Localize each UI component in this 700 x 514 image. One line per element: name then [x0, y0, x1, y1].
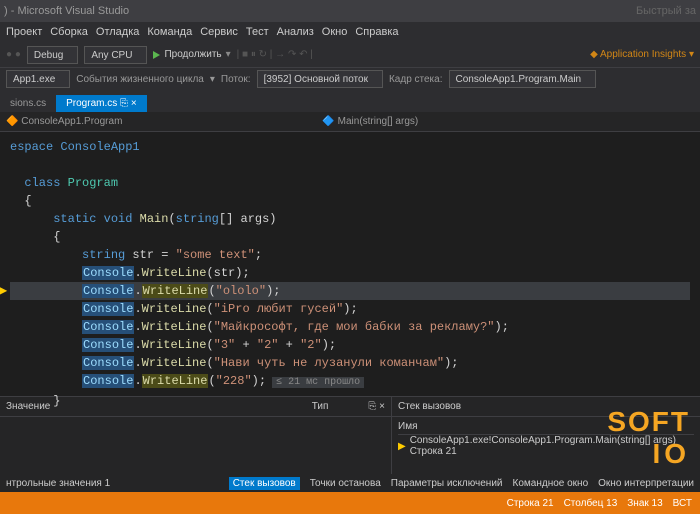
close-icon[interactable]: ×	[131, 98, 137, 109]
pin-icon[interactable]: ⎘	[120, 98, 128, 109]
context-scope[interactable]: 🔶 ConsoleApp1.Program	[6, 116, 122, 127]
context-bar: 🔶 ConsoleApp1.Program 🔷 Main(string[] ar…	[0, 112, 700, 132]
menu-help[interactable]: Справка	[355, 26, 398, 38]
status-char: Знак 13	[627, 498, 662, 509]
stack-label: Кадр стека:	[389, 74, 443, 85]
menu-team[interactable]: Команда	[147, 26, 192, 38]
play-icon	[153, 51, 160, 59]
process-dropdown[interactable]: App1.exe	[6, 70, 70, 88]
thread-label: Поток:	[221, 74, 251, 85]
footer-tab-exceptions[interactable]: Параметры исключений	[391, 478, 503, 489]
stackframe-dropdown[interactable]: ConsoleApp1.Program.Main	[449, 70, 597, 88]
app-insights[interactable]: ◆ Application Insights ▾	[590, 49, 694, 60]
debug-toolbar: App1.exe События жизненного цикла ▾ Пото…	[0, 68, 700, 90]
menu-build[interactable]: Сборка	[50, 26, 88, 38]
status-ins: ВСТ	[673, 498, 692, 509]
status-line: Строка 21	[507, 498, 554, 509]
menu-bar: Проект Сборка Отладка Команда Сервис Тес…	[0, 22, 700, 42]
document-tabs: sions.cs Program.cs ⎘ ×	[0, 90, 700, 112]
perf-hint: ≤ 21 мс прошло	[272, 377, 364, 388]
menu-debug[interactable]: Отладка	[96, 26, 139, 38]
footer-tab-callstack[interactable]: Стек вызовов	[229, 477, 300, 490]
code-editor[interactable]: espace ConsoleApp1 class Program { stati…	[0, 132, 700, 396]
menu-analyze[interactable]: Анализ	[277, 26, 314, 38]
menu-window[interactable]: Окно	[322, 26, 348, 38]
main-toolbar: ● ● Debug Any CPU Продолжить ▾ | ■ ⏸ ↻ |…	[0, 42, 700, 68]
callstack-col-name: Имя	[398, 421, 694, 435]
window-title: ) - Microsoft Visual Studio	[4, 5, 129, 17]
menu-project[interactable]: Проект	[6, 26, 42, 38]
footer-tab-immediate[interactable]: Окно интерпретации	[598, 478, 694, 489]
continue-label: Продолжить	[164, 49, 221, 60]
watch-tab[interactable]: нтрольные значения 1	[6, 478, 110, 489]
callstack-row[interactable]: ▶ ConsoleApp1.exe!ConsoleApp1.Program.Ma…	[398, 435, 694, 457]
config-dropdown[interactable]: Debug	[27, 46, 78, 64]
tab-program-cs[interactable]: Program.cs ⎘ ×	[56, 95, 147, 112]
title-bar: ) - Microsoft Visual Studio Быстрый за	[0, 0, 700, 22]
footer-tabs-row: нтрольные значения 1 Стек вызовов Точки …	[0, 474, 700, 492]
footer-tab-breakpoints[interactable]: Точки останова	[310, 478, 381, 489]
platform-dropdown[interactable]: Any CPU	[84, 46, 147, 64]
arrow-icon: ▶	[398, 441, 406, 452]
menu-tools[interactable]: Сервис	[200, 26, 238, 38]
menu-test[interactable]: Тест	[246, 26, 269, 38]
thread-dropdown[interactable]: [3952] Основной поток	[257, 70, 383, 88]
footer-tab-command[interactable]: Командное окно	[513, 478, 589, 489]
execution-pointer-icon: ▶	[0, 282, 7, 300]
context-method[interactable]: 🔷 Main(string[] args)	[322, 116, 418, 127]
status-bar: Строка 21 Столбец 13 Знак 13 ВСТ	[0, 492, 700, 514]
tab-other[interactable]: sions.cs	[0, 95, 56, 112]
status-col: Столбец 13	[564, 498, 618, 509]
search-hint[interactable]: Быстрый за	[636, 5, 696, 17]
lifecycle-events[interactable]: События жизненного цикла	[76, 74, 204, 85]
continue-button[interactable]: Продолжить ▾	[153, 49, 230, 60]
